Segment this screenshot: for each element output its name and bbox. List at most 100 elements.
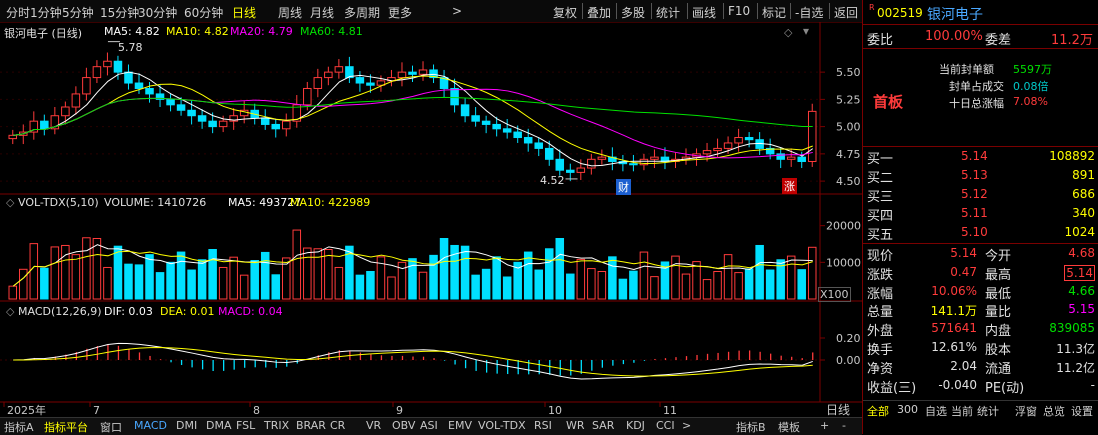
time-axis-label: 8 [253,404,260,417]
quote-label: 股本 [985,343,1012,358]
toolbar-separator [757,3,758,19]
indicator-tab-24[interactable]: - [842,419,846,432]
toolbar-action-7[interactable]: -自选 [795,4,823,21]
quote-panel-tab-2[interactable]: 自选 [925,403,947,419]
period-tab-2[interactable]: 5分钟 [62,4,94,21]
volume-bar [239,274,249,300]
indicator-tab-16[interactable]: WR [566,419,585,432]
quote-panel: R 002519 银河电子 委比 100.00% 委差 11.2万 当前封单额 … [862,0,1098,434]
panel-dropdown-icon[interactable]: ▾ [803,24,809,38]
volume-bar [103,266,112,300]
quote-panel-tab-7[interactable]: 设置 [1071,403,1093,419]
quote-panel-tab-0[interactable]: 全部 [867,403,889,419]
quote-label: 量比 [985,305,1012,321]
indicator-tab-21[interactable]: 指标B [736,419,766,435]
kline-title: 银河电子 (日线) [4,27,83,40]
indicator-tab-18[interactable]: KDJ [626,419,645,432]
bid-row: 买五 5.10 1024 [863,223,1098,243]
candle-body [282,120,291,130]
toolbar-action-8[interactable]: 返回 [834,4,858,21]
volume-bar [534,269,543,300]
indicator-tab-17[interactable]: SAR [592,419,614,432]
toolbar-action-6[interactable]: 标记 [762,4,786,21]
quote-panel-tab-6[interactable]: 总览 [1043,403,1065,419]
indicator-tab-10[interactable]: VR [366,419,381,432]
ma10-line [13,75,813,165]
indicator-tab-7[interactable]: TRIX [264,419,289,432]
indicator-tab-4[interactable]: DMI [176,419,197,432]
volume-bar [807,246,817,300]
indicator-tab-11[interactable]: OBV [392,419,415,432]
indicator-tab-19[interactable]: CCI [656,419,675,432]
indicator-tab-23[interactable]: + [820,419,829,432]
panel-settings-icon[interactable]: ◇ [784,26,792,39]
indicator-tab-14[interactable]: VOL-TDX [478,419,526,432]
period-tab-0[interactable]: 分时 [6,4,30,21]
period-tab-6[interactable]: 日线 [232,4,256,21]
bid-volume: 891 [1072,168,1095,182]
candle-body [797,156,806,162]
volume-ma10-value: MA10: 422989 [290,196,371,209]
quote-panel-tab-5[interactable]: 浮窗 [1015,403,1037,419]
ma5-line [13,71,814,167]
indicator-tab-13[interactable]: EMV [448,419,472,432]
period-tab-3[interactable]: 15分钟 [100,4,139,21]
quote-row: 换手 12.61% 股本 11.3亿 [863,338,1098,358]
toolbar-separator [687,3,688,19]
quote-row: 涨跌 0.47 最高 5.14 [863,263,1098,283]
indicator-tab-3[interactable]: MACD [134,419,167,432]
bid-row: 买一 5.14 108892 [863,147,1098,167]
indicator-tab-9[interactable]: CR [330,419,345,432]
bid-price: 5.11 [961,206,988,220]
bid-label: 买五 [867,228,894,243]
toolbar-action-0[interactable]: 复权 [553,4,577,21]
period-tab-8[interactable]: 月线 [310,4,334,21]
stock-name[interactable]: 银河电子 [927,4,983,24]
toolbar-action-3[interactable]: 统计 [656,4,680,21]
volume-title: VOL-TDX(5,10) [18,196,99,209]
toolbar-action-1[interactable]: 叠加 [587,4,611,21]
volume-bar [713,271,722,300]
indicator-tab-2[interactable]: 窗口 [100,419,122,435]
panel-settings-icon[interactable]: ◇ [6,196,14,209]
period-tab-4[interactable]: 30分钟 [138,4,177,21]
period-tab-10[interactable]: 更多 [388,4,412,21]
volume-bar [492,256,501,300]
volume-bar [324,249,333,300]
period-tab-9[interactable]: 多周期 [344,4,380,21]
indicator-tab-22[interactable]: 模板 [778,419,800,435]
panel-settings-icon[interactable]: ◇ [6,305,14,318]
quote-panel-tab-4[interactable]: 统计 [977,403,999,419]
period-tab-7[interactable]: 周线 [278,4,302,21]
limit-up-badge: 涨 [782,178,797,194]
volume-unit-label: X100 [818,287,851,302]
quote-panel-tab-3[interactable]: 当前 [951,403,973,419]
more-arrow-icon[interactable]: > [452,4,462,18]
indicator-tab-1[interactable]: 指标平台 [44,419,88,435]
indicator-tab-8[interactable]: BRAR [296,419,326,432]
quote-label: 总量 [867,305,894,321]
candle-body [124,71,133,84]
bid-volume: 686 [1072,187,1095,201]
volume-bar [702,279,712,300]
quote-label: 换手 [867,343,894,358]
volume-bar [723,254,733,300]
toolbar-action-2[interactable]: 多股 [621,4,645,21]
quote-panel-tab-1[interactable]: 300 [897,403,918,416]
indicator-tab-6[interactable]: FSL [236,419,255,432]
period-tab-5[interactable]: 60分钟 [184,4,223,21]
volume-bar [418,271,428,300]
toolbar-action-4[interactable]: 画线 [692,4,716,21]
bid-row: 买四 5.11 340 [863,204,1098,224]
indicator-tab-12[interactable]: ASI [420,419,438,432]
indicator-tab-15[interactable]: RSI [534,419,552,432]
indicator-tab-20[interactable]: > [682,419,691,432]
volume-bar [71,254,81,300]
period-tab-1[interactable]: 1分钟 [30,4,62,21]
toolbar-action-5[interactable]: F10 [728,4,750,18]
volume-bar [271,274,281,300]
indicator-tab-5[interactable]: DMA [206,419,232,432]
candle-body [513,131,522,139]
indicator-tab-0[interactable]: 指标A [4,419,34,435]
time-axis-label: 10 [548,404,562,417]
